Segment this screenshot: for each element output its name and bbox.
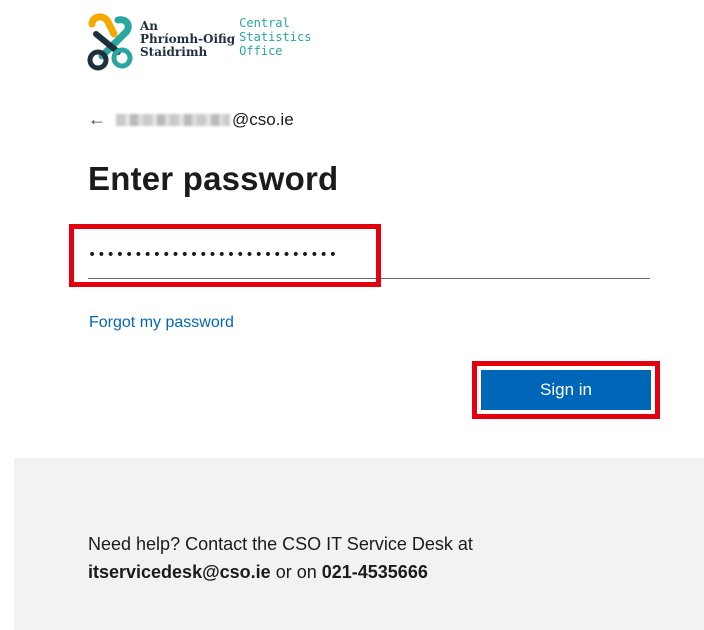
help-panel: Need help? Contact the CSO IT Service De… — [14, 458, 704, 630]
arrow-left-icon[interactable]: ← — [88, 109, 106, 130]
forgot-password-link[interactable]: Forgot my password — [89, 314, 234, 332]
help-line: Need help? Contact the CSO IT Service De… — [88, 534, 473, 554]
help-email-link[interactable]: itservicedesk@cso.ie — [88, 562, 271, 582]
sign-in-page: An Phríomh-Oifig Staidrimh Central Stati… — [0, 0, 704, 630]
help-or-on: or on — [275, 562, 317, 582]
password-underline — [88, 278, 650, 279]
logo-english-text: Central Statistics Office — [239, 16, 312, 58]
help-phone: 021-4535666 — [321, 562, 428, 582]
help-text: Need help? Contact the CSO IT Service De… — [88, 530, 473, 586]
redacted-username — [116, 113, 230, 126]
email-suffix: @cso.ie — [232, 109, 294, 129]
page-title: Enter password — [88, 160, 339, 197]
password-field[interactable] — [88, 236, 648, 274]
sign-in-button[interactable]: Sign in — [481, 370, 651, 410]
identity-row: ← @cso.ie — [88, 109, 294, 130]
cso-logo: An Phríomh-Oifig Staidrimh Central Stati… — [84, 12, 311, 72]
logo-irish-text: An Phríomh-Oifig Staidrimh — [140, 19, 236, 59]
cso-logo-icon — [87, 13, 133, 71]
